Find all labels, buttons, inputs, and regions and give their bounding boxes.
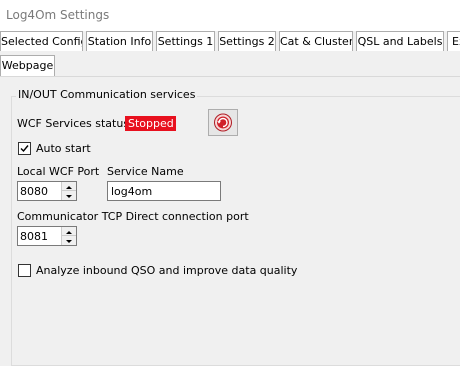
spin-up-button[interactable] [62, 227, 76, 236]
refresh-icon [214, 113, 232, 132]
tab-qsl-labels[interactable]: QSL and Labels [356, 31, 444, 51]
local-wcf-port-stepper[interactable]: 8080 [17, 181, 77, 201]
tab-cat-cluster[interactable]: Cat & Cluster [279, 31, 353, 51]
group-legend: IN/OUT Communication services [16, 88, 198, 101]
spin-down-button[interactable] [62, 191, 76, 200]
local-wcf-port-spin [61, 182, 76, 200]
tab-overflow[interactable]: Ex [447, 31, 460, 51]
tab-selected-config[interactable]: Selected Config [0, 31, 83, 51]
refresh-button[interactable] [208, 109, 238, 136]
spin-up-button[interactable] [62, 182, 76, 191]
tcp-port-value: 8081 [20, 230, 48, 243]
tab-webpage[interactable]: Webpage [0, 55, 55, 77]
communication-services-group [11, 96, 460, 366]
title-bar: Log4Om Settings [0, 0, 460, 31]
tcp-port-spin [61, 227, 76, 245]
tab-strip: Selected Config Station Info Settings 1 … [0, 31, 460, 77]
analyze-qso-label: Analyze inbound QSO and improve data qua… [36, 264, 298, 277]
tab-settings-1[interactable]: Settings 1 [156, 31, 215, 51]
tab-settings-2[interactable]: Settings 2 [218, 31, 276, 51]
local-wcf-port-label: Local WCF Port [17, 165, 100, 178]
local-wcf-port-value: 8080 [20, 185, 48, 198]
check-icon [20, 145, 29, 153]
service-name-label: Service Name [107, 165, 184, 178]
auto-start-checkbox[interactable] [18, 142, 31, 155]
tab-station-info[interactable]: Station Info [86, 31, 153, 51]
analyze-qso-checkbox[interactable] [18, 264, 31, 277]
status-badge: Stopped [125, 116, 176, 131]
service-name-field[interactable] [107, 181, 221, 201]
auto-start-label: Auto start [36, 142, 91, 155]
tcp-port-stepper[interactable]: 8081 [17, 226, 77, 246]
service-name-input[interactable] [108, 182, 220, 200]
chevron-down-icon [66, 195, 72, 198]
wcf-status-label: WCF Services status [17, 117, 130, 130]
tcp-port-label: Communicator TCP Direct connection port [17, 210, 249, 223]
chevron-down-icon [66, 240, 72, 243]
spin-down-button[interactable] [62, 236, 76, 245]
window-title: Log4Om Settings [6, 8, 110, 22]
